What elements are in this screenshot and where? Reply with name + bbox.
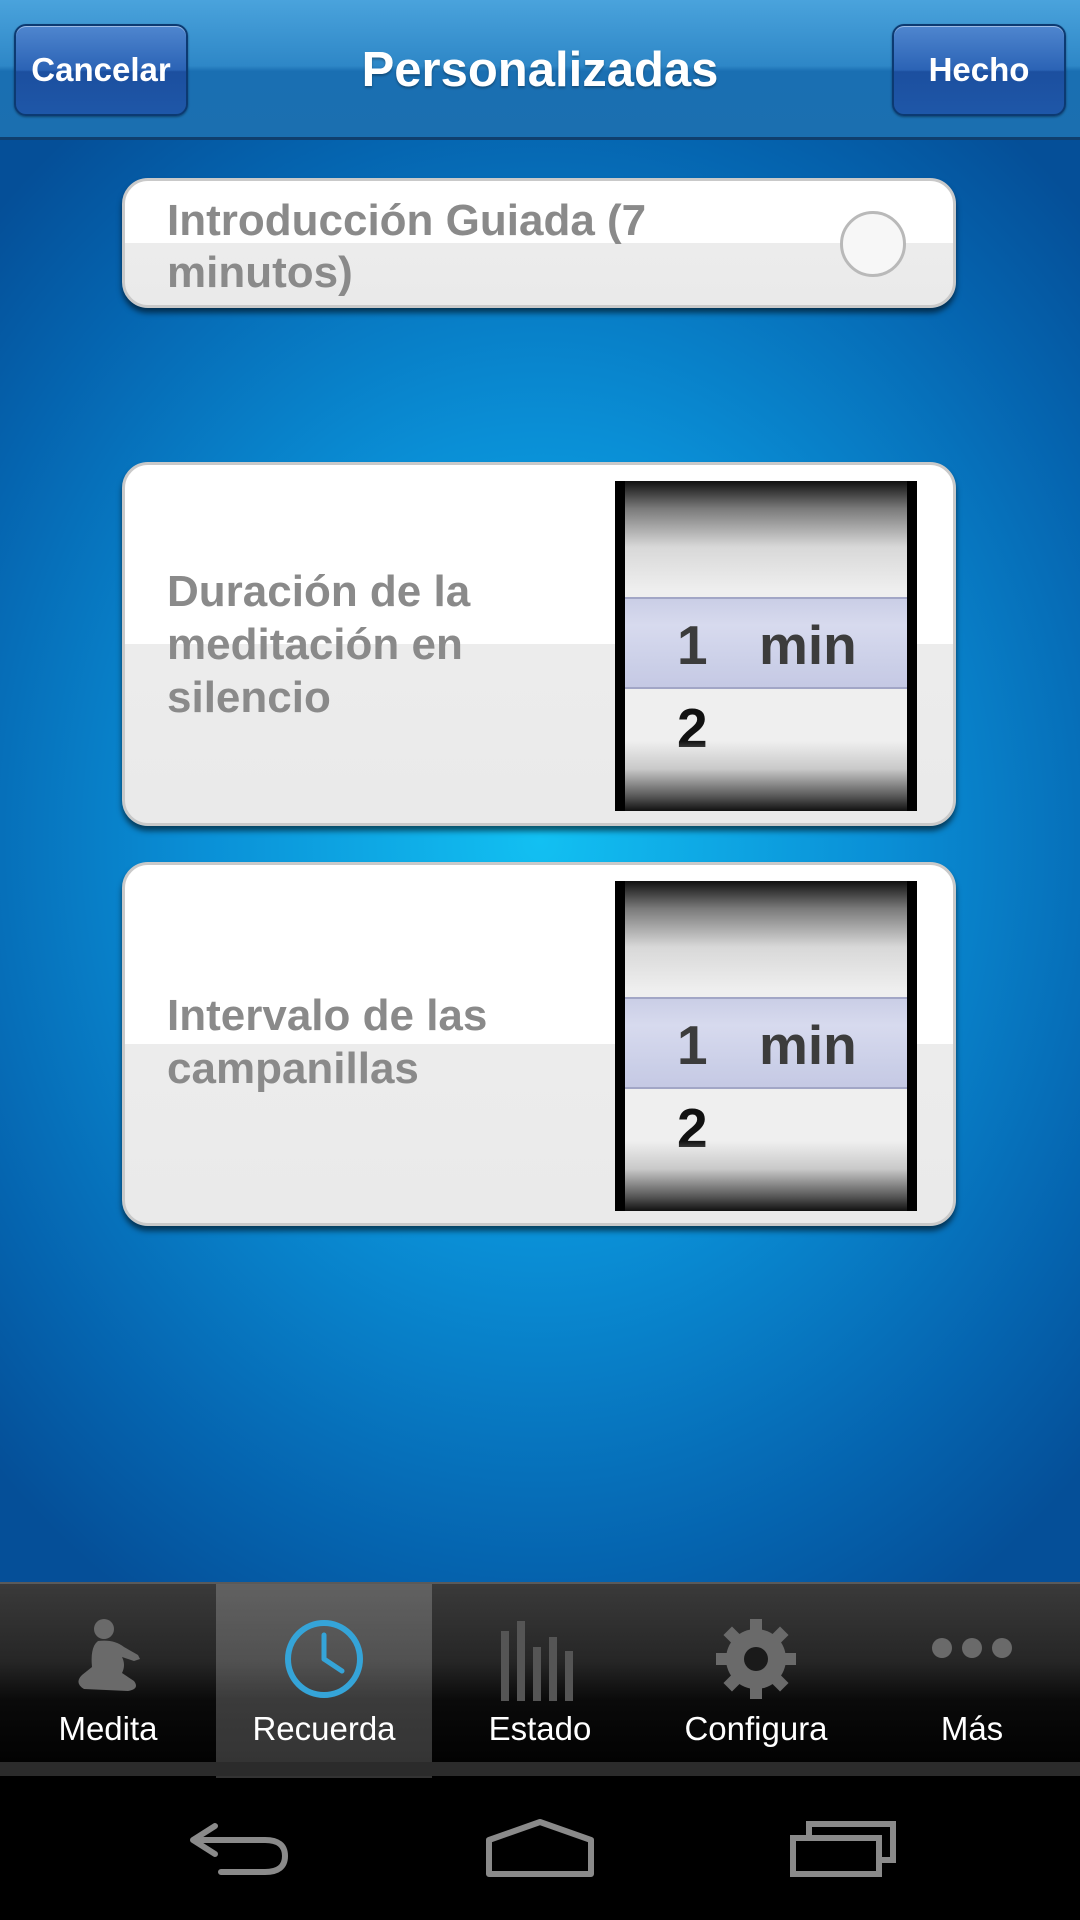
duration-card: Duración de la meditación en silencio 1 … bbox=[122, 462, 956, 826]
tab-configura[interactable]: Configura bbox=[648, 1584, 864, 1778]
duration-label: Duración de la meditación en silencio bbox=[167, 567, 471, 722]
picker-unit: min bbox=[759, 1014, 857, 1076]
recents-icon[interactable] bbox=[764, 1798, 924, 1898]
picker-selected-value: 1 bbox=[677, 614, 708, 676]
guided-intro-label: Introducción Guiada (7 minutos) bbox=[167, 196, 647, 297]
bell-interval-label: Intervalo de las campanillas bbox=[167, 991, 488, 1093]
bars-icon bbox=[432, 1614, 648, 1704]
app-header: Personalizadas Cancelar Hecho bbox=[0, 0, 1080, 140]
tab-bar: Medita Recuerda Estado Configura Más bbox=[0, 1582, 1080, 1778]
tab-recuerda[interactable]: Recuerda bbox=[216, 1584, 432, 1778]
done-button[interactable]: Hecho bbox=[892, 24, 1066, 116]
tab-estado[interactable]: Estado bbox=[432, 1584, 648, 1778]
duration-picker[interactable]: 1 min 2 3 bbox=[615, 481, 917, 811]
tab-mas[interactable]: Más bbox=[864, 1584, 1080, 1778]
meditation-icon bbox=[0, 1614, 216, 1704]
guided-intro-option[interactable]: Introducción Guiada (7 minutos) bbox=[122, 178, 956, 308]
tab-label: Estado bbox=[488, 1710, 592, 1747]
tab-medita[interactable]: Medita bbox=[0, 1584, 216, 1778]
system-nav-bar bbox=[0, 1778, 1080, 1920]
home-icon[interactable] bbox=[460, 1798, 620, 1898]
gear-icon bbox=[648, 1614, 864, 1704]
picker-selected-value: 1 bbox=[677, 1014, 708, 1076]
more-dots-icon bbox=[864, 1614, 1080, 1704]
clock-icon bbox=[216, 1614, 432, 1704]
cancel-button[interactable]: Cancelar bbox=[14, 24, 188, 116]
tab-label: Medita bbox=[58, 1710, 158, 1747]
tab-label: Más bbox=[940, 1710, 1004, 1747]
guided-intro-radio[interactable] bbox=[840, 211, 906, 277]
back-icon[interactable] bbox=[160, 1798, 320, 1898]
tab-label: Configura bbox=[684, 1710, 828, 1747]
tab-label: Recuerda bbox=[252, 1710, 396, 1747]
tab-bar-divider bbox=[0, 1762, 1080, 1776]
bell-interval-card: Intervalo de las campanillas 1 min 2 3 bbox=[122, 862, 956, 1226]
main-content bbox=[0, 140, 1080, 1582]
picker-unit: min bbox=[759, 614, 857, 676]
bell-interval-picker[interactable]: 1 min 2 3 bbox=[615, 881, 917, 1211]
